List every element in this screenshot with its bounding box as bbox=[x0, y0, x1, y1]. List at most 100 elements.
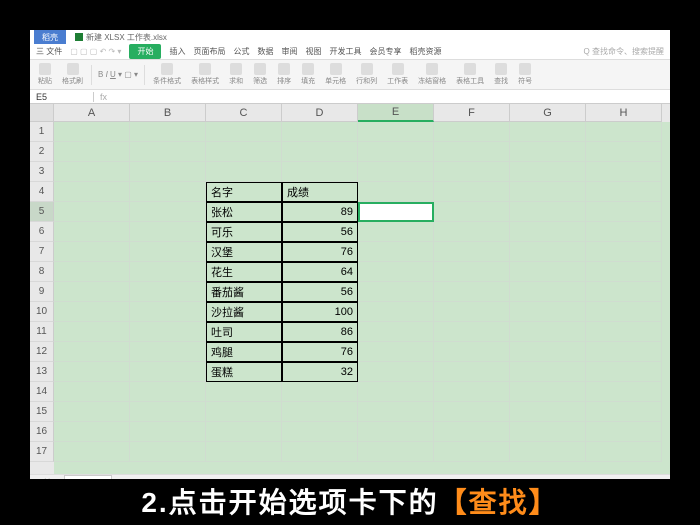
cell-A12[interactable] bbox=[54, 342, 130, 362]
cell-G15[interactable] bbox=[510, 402, 586, 422]
sort-button[interactable]: 排序 bbox=[275, 63, 293, 86]
menu-member[interactable]: 会员专享 bbox=[369, 46, 401, 57]
cell-H11[interactable] bbox=[586, 322, 662, 342]
cell-C9[interactable]: 番茄酱 bbox=[206, 282, 282, 302]
row-header-1[interactable]: 1 bbox=[30, 122, 54, 142]
cell-F1[interactable] bbox=[434, 122, 510, 142]
cell-D9[interactable]: 56 bbox=[282, 282, 358, 302]
cell-B7[interactable] bbox=[130, 242, 206, 262]
cell-C5[interactable]: 张松 bbox=[206, 202, 282, 222]
cell-C10[interactable]: 沙拉酱 bbox=[206, 302, 282, 322]
menu-formula[interactable]: 公式 bbox=[233, 46, 249, 57]
cell-C3[interactable] bbox=[206, 162, 282, 182]
cell-G4[interactable] bbox=[510, 182, 586, 202]
row-header-5[interactable]: 5 bbox=[30, 202, 54, 222]
cell-B11[interactable] bbox=[130, 322, 206, 342]
row-header-7[interactable]: 7 bbox=[30, 242, 54, 262]
row-header-13[interactable]: 13 bbox=[30, 362, 54, 382]
find-button[interactable]: 查找 bbox=[492, 63, 510, 86]
row-header-8[interactable]: 8 bbox=[30, 262, 54, 282]
menu-docket[interactable]: 稻壳资源 bbox=[409, 46, 441, 57]
worksheet-button[interactable]: 工作表 bbox=[385, 63, 410, 86]
cell-H4[interactable] bbox=[586, 182, 662, 202]
cell-E11[interactable] bbox=[358, 322, 434, 342]
cell-F8[interactable] bbox=[434, 262, 510, 282]
menu-file[interactable]: 三 文件 bbox=[36, 46, 62, 57]
menu-start[interactable]: 开始 bbox=[129, 44, 161, 59]
fx-icon[interactable]: fx bbox=[94, 92, 113, 102]
cell-B9[interactable] bbox=[130, 282, 206, 302]
tablefmt-button[interactable]: 表格工具 bbox=[454, 63, 486, 86]
menu-insert[interactable]: 插入 bbox=[169, 46, 185, 57]
cell-button[interactable]: 单元格 bbox=[323, 63, 348, 86]
cell-A17[interactable] bbox=[54, 442, 130, 462]
cell-D2[interactable] bbox=[282, 142, 358, 162]
sum-button[interactable]: 求和 bbox=[227, 63, 245, 86]
cell-B14[interactable] bbox=[130, 382, 206, 402]
cell-H15[interactable] bbox=[586, 402, 662, 422]
cell-C16[interactable] bbox=[206, 422, 282, 442]
cell-E5[interactable] bbox=[358, 202, 434, 222]
cell-A4[interactable] bbox=[54, 182, 130, 202]
tablestyle-button[interactable]: 表格样式 bbox=[189, 63, 221, 86]
cell-A13[interactable] bbox=[54, 362, 130, 382]
cell-C14[interactable] bbox=[206, 382, 282, 402]
cell-D14[interactable] bbox=[282, 382, 358, 402]
cell-E13[interactable] bbox=[358, 362, 434, 382]
select-all-corner[interactable] bbox=[30, 104, 54, 122]
row-header-17[interactable]: 17 bbox=[30, 442, 54, 462]
cell-E6[interactable] bbox=[358, 222, 434, 242]
cell-D6[interactable]: 56 bbox=[282, 222, 358, 242]
cell-B17[interactable] bbox=[130, 442, 206, 462]
cell-G8[interactable] bbox=[510, 262, 586, 282]
menu-page[interactable]: 页面布局 bbox=[193, 46, 225, 57]
cell-E16[interactable] bbox=[358, 422, 434, 442]
menu-dev[interactable]: 开发工具 bbox=[329, 46, 361, 57]
cell-F13[interactable] bbox=[434, 362, 510, 382]
col-header-H[interactable]: H bbox=[586, 104, 662, 122]
cell-B10[interactable] bbox=[130, 302, 206, 322]
cell-E7[interactable] bbox=[358, 242, 434, 262]
cell-B3[interactable] bbox=[130, 162, 206, 182]
cell-B1[interactable] bbox=[130, 122, 206, 142]
cell-B6[interactable] bbox=[130, 222, 206, 242]
filter-button[interactable]: 筛选 bbox=[251, 63, 269, 86]
cell-F10[interactable] bbox=[434, 302, 510, 322]
cell-D13[interactable]: 32 bbox=[282, 362, 358, 382]
cell-G7[interactable] bbox=[510, 242, 586, 262]
cell-F3[interactable] bbox=[434, 162, 510, 182]
cell-E9[interactable] bbox=[358, 282, 434, 302]
cell-G3[interactable] bbox=[510, 162, 586, 182]
cell-C12[interactable]: 鸡腿 bbox=[206, 342, 282, 362]
cell-G16[interactable] bbox=[510, 422, 586, 442]
name-box[interactable]: E5 bbox=[30, 92, 94, 102]
command-search[interactable]: Q 查找命令、搜索提醒 bbox=[584, 46, 664, 57]
cell-D4[interactable]: 成绩 bbox=[282, 182, 358, 202]
cell-E2[interactable] bbox=[358, 142, 434, 162]
cell-H2[interactable] bbox=[586, 142, 662, 162]
cell-D11[interactable]: 86 bbox=[282, 322, 358, 342]
cell-A5[interactable] bbox=[54, 202, 130, 222]
cell-B13[interactable] bbox=[130, 362, 206, 382]
cell-D7[interactable]: 76 bbox=[282, 242, 358, 262]
cell-H5[interactable] bbox=[586, 202, 662, 222]
cell-C7[interactable]: 汉堡 bbox=[206, 242, 282, 262]
cell-E1[interactable] bbox=[358, 122, 434, 142]
row-header-9[interactable]: 9 bbox=[30, 282, 54, 302]
fill-button[interactable]: 填充 bbox=[299, 63, 317, 86]
cell-H14[interactable] bbox=[586, 382, 662, 402]
cell-H1[interactable] bbox=[586, 122, 662, 142]
menu-view[interactable]: 视图 bbox=[305, 46, 321, 57]
cell-H7[interactable] bbox=[586, 242, 662, 262]
cell-B12[interactable] bbox=[130, 342, 206, 362]
symbol-button[interactable]: 符号 bbox=[516, 63, 534, 86]
rowcol-button[interactable]: 行和列 bbox=[354, 63, 379, 86]
cell-C13[interactable]: 蛋糕 bbox=[206, 362, 282, 382]
cell-D5[interactable]: 89 bbox=[282, 202, 358, 222]
cell-G17[interactable] bbox=[510, 442, 586, 462]
cell-C1[interactable] bbox=[206, 122, 282, 142]
row-header-10[interactable]: 10 bbox=[30, 302, 54, 322]
col-header-G[interactable]: G bbox=[510, 104, 586, 122]
cell-F5[interactable] bbox=[434, 202, 510, 222]
cell-H9[interactable] bbox=[586, 282, 662, 302]
